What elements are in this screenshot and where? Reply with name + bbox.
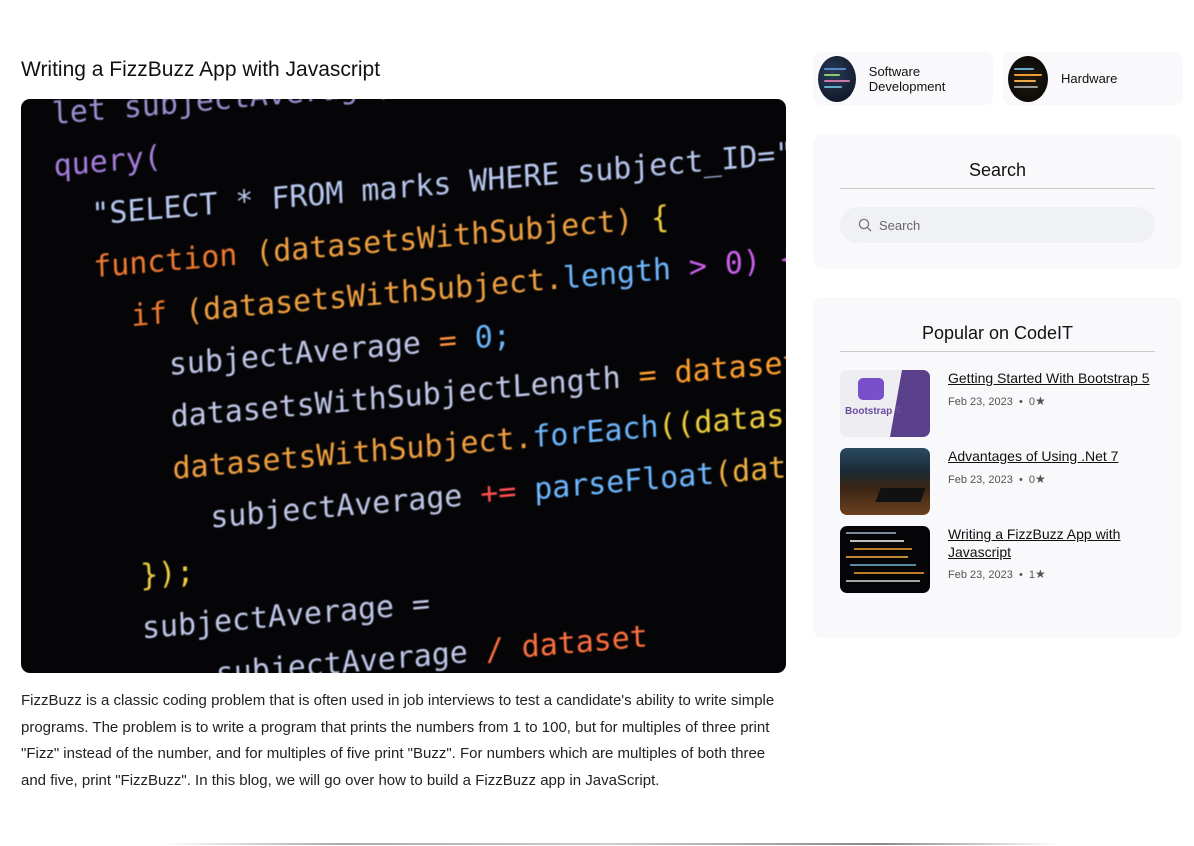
code-token: 0; — [474, 317, 512, 357]
category-avatar — [818, 55, 856, 102]
category-label: Hardware — [1061, 71, 1118, 86]
category-list: Software Development Hardware — [813, 52, 1183, 105]
star-icon: ★ — [1035, 393, 1046, 408]
category-hardware[interactable]: Hardware — [1003, 52, 1183, 105]
star-icon: ★ — [1035, 567, 1046, 581]
post-meta: Feb 23, 2023 • 1★ — [948, 567, 1046, 581]
post-meta: Feb 23, 2023 • 0★ — [948, 393, 1046, 408]
code-token: / dataset — [485, 619, 649, 669]
code-token: (dataset[ — [713, 442, 786, 492]
popular-item: Writing a FizzBuzz App with Javascript F… — [840, 526, 1155, 593]
post-title: Writing a FizzBuzz App with Javascript — [21, 58, 381, 81]
code-image-content: let subjectAverage; query( "SELECT * FROM… — [51, 99, 786, 673]
code-token: { — [650, 199, 670, 237]
code-token: = — [438, 320, 476, 360]
post-hero-image: let subjectAverage; query( "SELECT * FROM… — [21, 99, 786, 673]
thumb-label: Bootstrap 5 — [845, 406, 901, 417]
post-date: Feb 23, 2023 — [948, 473, 1013, 486]
code-token: }); — [67, 554, 195, 601]
search-input[interactable]: Search — [840, 207, 1155, 243]
search-placeholder: Search — [879, 217, 921, 233]
popular-heading: Popular on CodeIT — [840, 323, 1155, 352]
code-token: function — [56, 235, 256, 289]
post-thumbnail[interactable] — [840, 526, 930, 593]
popular-post-link[interactable]: Getting Started With Bootstrap 5 — [948, 370, 1150, 388]
code-token: length — [562, 250, 690, 297]
code-token: += — [479, 472, 535, 513]
popular-post-link[interactable]: Advantages of Using .Net 7 — [948, 448, 1118, 466]
code-token: if — [58, 294, 186, 341]
star-icon: ★ — [1035, 471, 1046, 486]
search-heading: Search — [840, 160, 1155, 189]
popular-item: Bootstrap 5 Getting Started With Bootstr… — [840, 370, 1155, 437]
divider — [160, 843, 1060, 845]
popular-post-link[interactable]: Writing a FizzBuzz App with Javascript — [948, 526, 1155, 561]
search-panel: Search Search — [813, 134, 1182, 269]
post-thumbnail[interactable]: Bootstrap 5 — [840, 370, 930, 437]
category-software-development[interactable]: Software Development — [813, 52, 993, 105]
code-token: > 0) { — [688, 240, 786, 286]
code-token: ((dataset) — [657, 393, 786, 445]
post-body: FizzBuzz is a classic coding problem tha… — [21, 692, 775, 789]
search-icon — [858, 218, 872, 232]
popular-panel: Popular on CodeIT Bootstrap 5 Getting St… — [813, 297, 1182, 638]
post-date: Feb 23, 2023 — [948, 395, 1013, 408]
post-meta: Feb 23, 2023 • 0★ — [948, 471, 1046, 486]
category-avatar — [1008, 55, 1048, 102]
category-label: Software Development — [868, 63, 946, 94]
code-token: forEach — [531, 409, 660, 456]
popular-item: Advantages of Using .Net 7 Feb 23, 2023 … — [840, 448, 1155, 515]
post-date: Feb 23, 2023 — [948, 569, 1013, 581]
code-token: parseFloat — [533, 456, 715, 508]
post-thumbnail[interactable] — [840, 448, 930, 515]
code-token: query( — [53, 139, 163, 185]
